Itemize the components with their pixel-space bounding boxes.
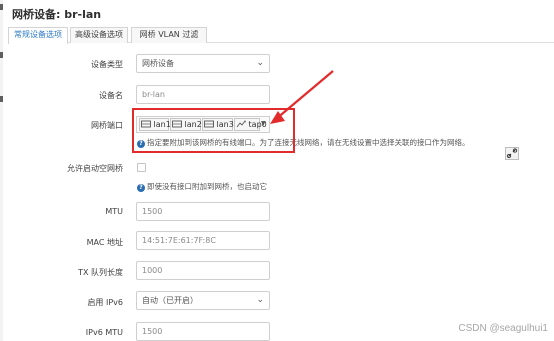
port-name: lan2	[184, 120, 202, 129]
ipv6-value: 自动（已开启）	[142, 296, 198, 305]
port-chip-lan1[interactable]: lan1	[139, 118, 171, 131]
bridge-ports-dropdown[interactable]: lan1 lan2 lan3 tap0 ▼	[136, 116, 270, 133]
watermark: CSDN @seagulhui1	[458, 323, 548, 334]
page-title: 网桥设备: br-lan	[12, 8, 102, 21]
dropdown-caret-icon: ▼	[261, 120, 266, 127]
device-type-value: 网桥设备	[142, 59, 174, 68]
device-name-input[interactable]: br-lan	[136, 85, 270, 104]
tab-advanced-options[interactable]: 高级设备选项	[70, 27, 128, 43]
chevron-down-icon: ⌄	[256, 58, 264, 68]
link-glyph	[506, 148, 518, 159]
ipv6-label: 启用 IPv6	[87, 298, 123, 307]
tab-general-options[interactable]: 常规设备选项	[8, 27, 68, 44]
help-icon: ?	[137, 184, 145, 192]
port-chip-lan2[interactable]: lan2	[170, 118, 202, 131]
tx-queue-label: TX 队列长度	[78, 268, 123, 277]
tab-bar: 常规设备选项 高级设备选项 网桥 VLAN 过滤	[8, 26, 554, 44]
port-name: lan1	[153, 120, 171, 129]
tx-queue-input[interactable]: 1000	[136, 261, 270, 280]
port-name: lan3	[216, 120, 234, 129]
mac-address-label: MAC 地址	[86, 238, 123, 247]
ethernet-port-icon	[141, 120, 151, 128]
empty-bridge-label: 允许启动空网桥	[67, 164, 123, 173]
port-chip-tap0[interactable]: tap0	[234, 118, 267, 131]
mtu-input[interactable]: 1500	[136, 202, 270, 221]
ipv6-select[interactable]: 自动（已开启） ⌄	[136, 291, 270, 310]
bridge-ports-help: ? 指定要附加到该网桥的有线端口。为了连接无线网络，请在无线设置中选择关联的接口作…	[137, 137, 470, 148]
mtu-label: MTU	[105, 207, 123, 216]
device-type-select[interactable]: 网桥设备 ⌄	[136, 54, 270, 73]
device-type-label: 设备类型	[91, 60, 123, 69]
bridge-ports-help-text: 指定要附加到该网桥的有线端口。为了连接无线网络，请在无线设置中选择关联的接口作为…	[147, 138, 470, 147]
empty-bridge-help-text: 即使没有接口附加到网桥，也启动它	[147, 182, 267, 191]
ipv6-mtu-input[interactable]: 1500	[136, 322, 270, 341]
ethernet-port-icon	[204, 120, 214, 128]
ethernet-port-icon	[172, 120, 182, 128]
ipv6-mtu-label: IPv6 MTU	[85, 328, 123, 337]
device-name-label: 设备名	[99, 91, 123, 100]
chevron-down-icon: ⌄	[256, 295, 264, 305]
help-icon: ?	[137, 140, 145, 148]
virtual-interface-icon	[236, 120, 246, 128]
mac-address-input[interactable]: 14:51:7E:61:7F:8C	[136, 231, 270, 250]
bridge-ports-label: 网桥端口	[91, 121, 123, 130]
edge-marker	[0, 4, 3, 10]
empty-bridge-checkbox[interactable]	[137, 163, 146, 172]
tab-vlan-filtering[interactable]: 网桥 VLAN 过滤	[131, 27, 207, 43]
empty-bridge-help: ? 即使没有接口附加到网桥，也启动它	[137, 181, 267, 192]
link-icon[interactable]	[505, 147, 519, 160]
port-chip-lan3[interactable]: lan3	[202, 118, 234, 131]
edge-marker	[0, 52, 3, 58]
